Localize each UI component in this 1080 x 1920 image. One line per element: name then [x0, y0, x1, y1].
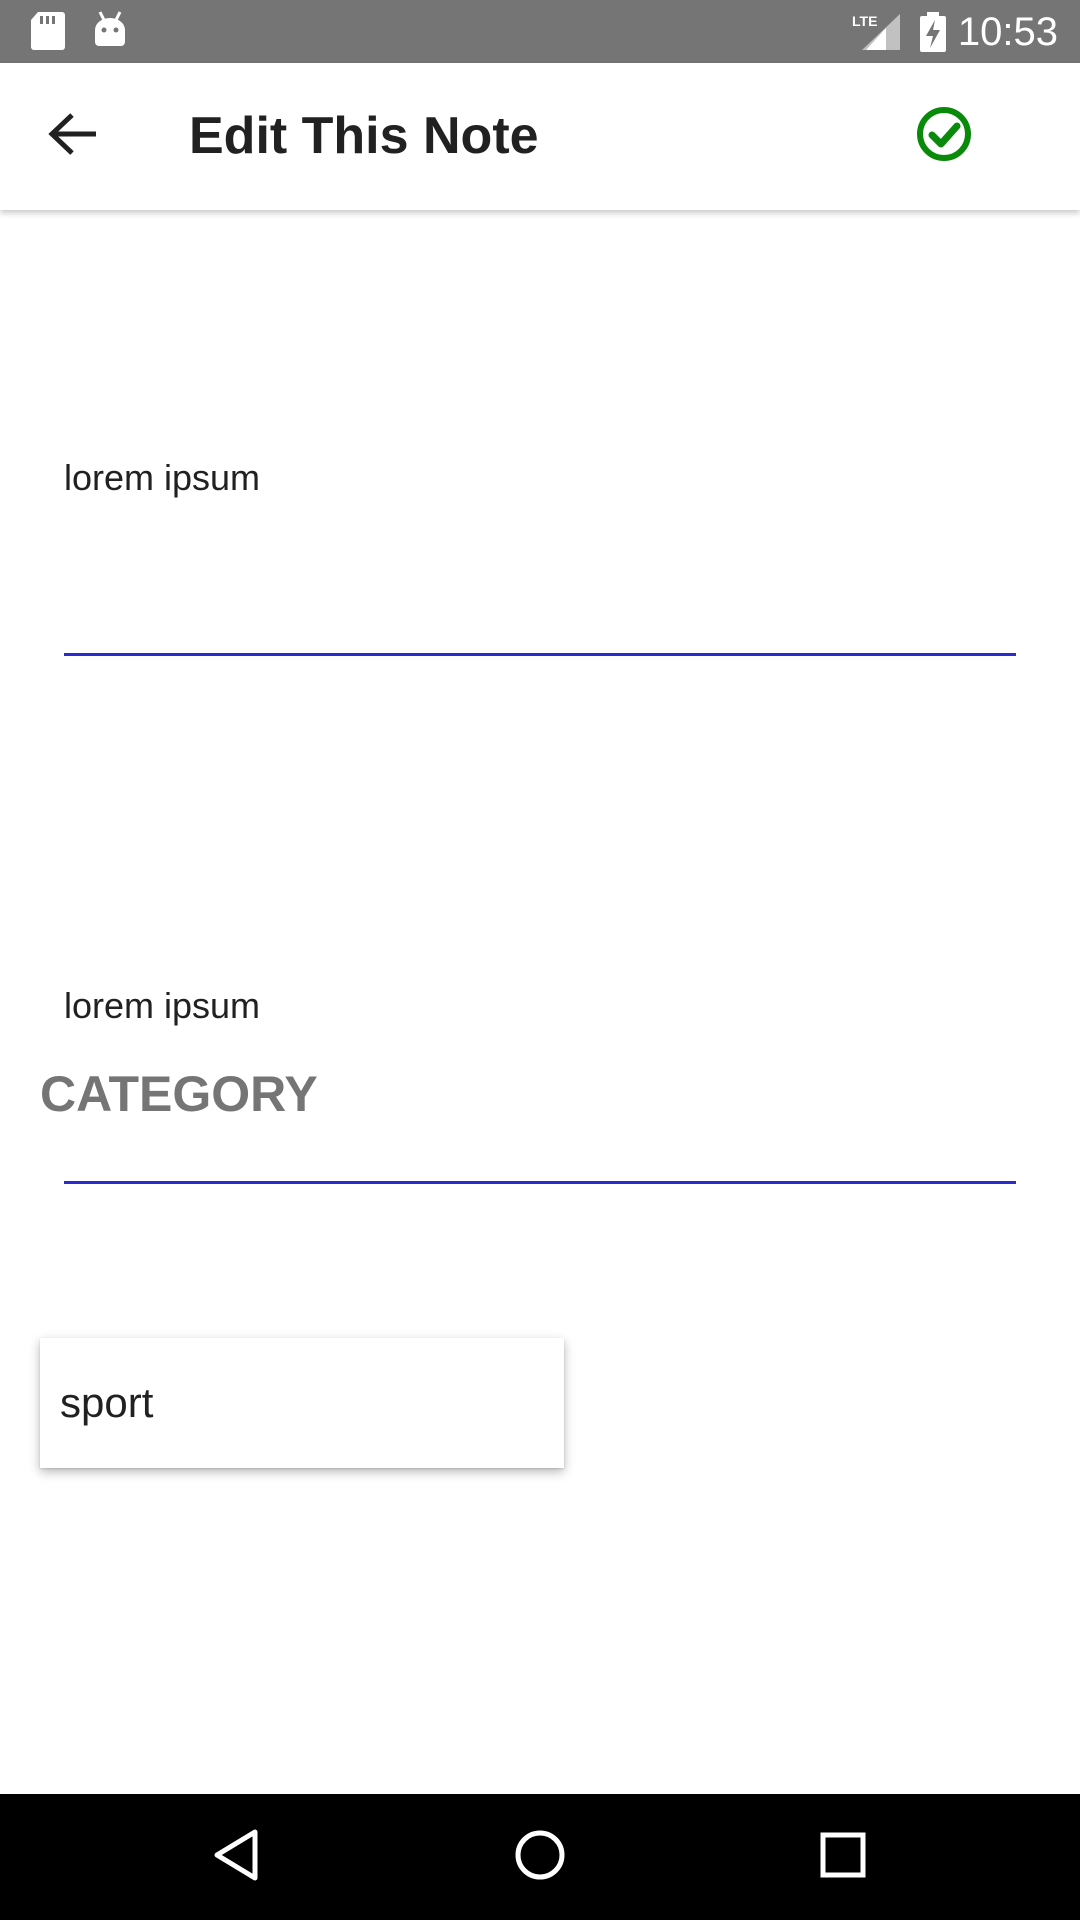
- save-button[interactable]: [912, 104, 976, 168]
- nav-home-button[interactable]: [505, 1822, 575, 1892]
- note-title-value: lorem ipsum: [64, 457, 261, 498]
- battery-charging-icon: [918, 12, 948, 57]
- nav-back-button[interactable]: [201, 1822, 271, 1892]
- lte-signal-icon: LTE: [852, 12, 902, 57]
- category-spinner[interactable]: sport: [40, 1338, 564, 1468]
- status-bar: LTE 10:53: [0, 0, 1080, 63]
- arrow-back-icon: [48, 112, 98, 161]
- android-icon: [92, 10, 132, 50]
- status-time: 10:53: [957, 10, 1058, 54]
- app-bar: Edit This Note: [0, 63, 1080, 210]
- category-label: CATEGORY: [40, 1066, 318, 1122]
- note-body-value: lorem ipsum: [64, 985, 261, 1026]
- back-triangle-icon: [211, 1828, 261, 1887]
- svg-text:LTE: LTE: [852, 13, 877, 29]
- system-nav-bar: [0, 1794, 1080, 1920]
- recents-square-icon: [818, 1830, 868, 1885]
- note-title-field[interactable]: lorem ipsum: [64, 456, 1016, 656]
- home-circle-icon: [513, 1828, 567, 1887]
- note-form: lorem ipsum lorem ipsum CATEGORY sport: [0, 210, 1080, 1794]
- back-button[interactable]: [36, 99, 110, 173]
- page-title: Edit This Note: [189, 107, 539, 165]
- check-circle-icon: [916, 106, 972, 167]
- nav-recents-button[interactable]: [808, 1822, 878, 1892]
- category-selected-value: sport: [60, 1379, 154, 1426]
- sd-card-icon: [30, 10, 70, 50]
